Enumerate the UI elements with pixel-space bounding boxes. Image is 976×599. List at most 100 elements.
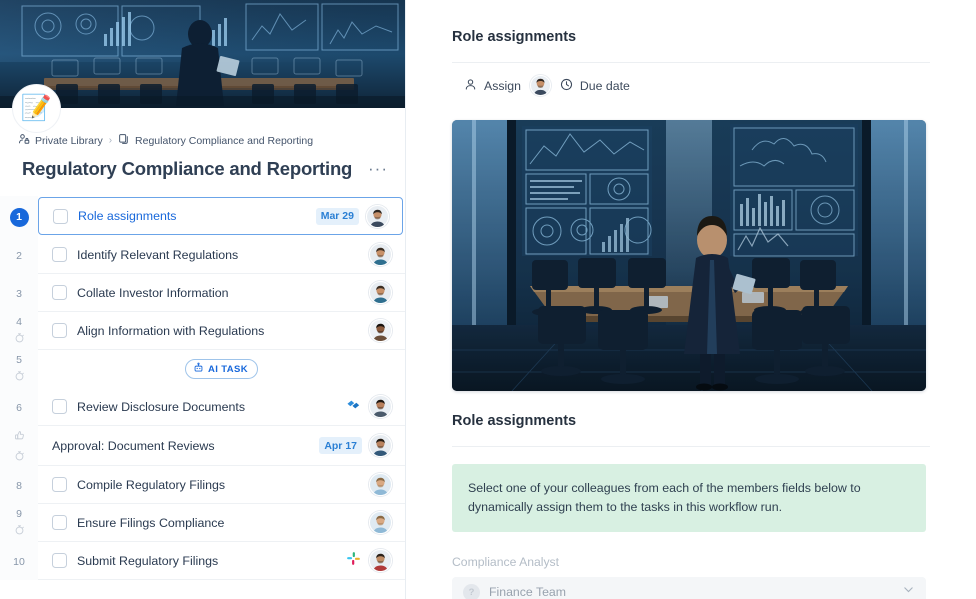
task-gutter: 8 (0, 466, 38, 504)
avatar-man-light (370, 512, 391, 533)
assign-button[interactable]: Assign (464, 78, 521, 94)
chevron-down-icon[interactable] (902, 583, 915, 599)
task-checkbox[interactable] (52, 399, 67, 414)
task-row-right (369, 319, 392, 342)
due-date-button[interactable]: Due date (560, 78, 630, 94)
task-assignee-avatar[interactable] (369, 434, 392, 457)
task-row[interactable]: 2 Identify Relevant Regulations (0, 236, 405, 274)
task-gutter: 2 (0, 236, 38, 274)
task-row[interactable]: 6 Review Disclosure Documents (0, 388, 405, 426)
task-checkbox[interactable] (53, 208, 68, 224)
task-assignee-avatar[interactable] (369, 281, 392, 304)
approval-thumbs-up-icon (14, 428, 25, 446)
task-step-badge: 1 (9, 207, 29, 227)
clock-icon (560, 78, 573, 94)
task-gutter: 10 (0, 542, 38, 580)
task-gutter: 9 (0, 504, 38, 542)
task-checkbox[interactable] (52, 553, 67, 568)
task-label: Ensure Filings Compliance (77, 515, 225, 530)
detail-panel-title: Role assignments (452, 29, 577, 45)
placeholder-avatar: ? (463, 583, 480, 599)
task-row[interactable]: 8 Compile Regulatory Filings (0, 466, 405, 504)
assignee-avatar[interactable] (529, 75, 551, 96)
detail-hero-image (452, 120, 926, 391)
task-row[interactable]: 9 Ensure Filings Compliance (0, 504, 405, 542)
avatar-man-red (370, 550, 391, 571)
workflow-left-panel: 📝 Private Library › Regulatory Complianc… (0, 0, 406, 599)
dropbox-app-icon[interactable] (345, 396, 362, 418)
task-row-right (369, 281, 392, 304)
task-row[interactable]: Approval: Document Reviews Apr 17 (0, 426, 405, 466)
avatar-man-dark-hair (530, 76, 550, 95)
task-number: 3 (16, 288, 22, 300)
task-due-chip[interactable]: Apr 17 (319, 437, 362, 454)
compliance-analyst-label: Compliance Analyst (452, 555, 560, 570)
task-checkbox[interactable] (52, 477, 67, 492)
duplicate-pages-icon (118, 133, 130, 148)
section-title: Role assignments (452, 413, 577, 429)
task-row-body[interactable]: Review Disclosure Documents (38, 388, 405, 426)
breadcrumb-current[interactable]: Regulatory Compliance and Reporting (118, 133, 313, 148)
page-title: Regulatory Compliance and Reporting (22, 158, 353, 179)
task-row-right: Apr 17 (319, 434, 392, 457)
more-options-button[interactable]: ··· (368, 160, 388, 177)
task-row-body[interactable]: Approval: Document Reviews Apr 17 (38, 426, 405, 466)
task-due-chip[interactable]: Mar 29 (315, 207, 359, 225)
compliance-analyst-value: Finance Team (489, 585, 567, 599)
task-row-body[interactable]: Compile Regulatory Filings (38, 466, 405, 504)
task-checkbox[interactable] (52, 247, 67, 262)
workflow-doc-icon[interactable]: 📝 (12, 84, 61, 133)
task-assignee-avatar[interactable] (366, 204, 389, 228)
task-checkbox[interactable] (52, 323, 67, 338)
task-row[interactable]: 3 Collate Investor Information (0, 274, 405, 312)
task-checkbox[interactable] (52, 285, 67, 300)
task-gutter (0, 426, 38, 466)
task-row-body[interactable]: Submit Regulatory Filings (38, 542, 405, 580)
task-label: Submit Regulatory Filings (77, 553, 219, 568)
task-gutter: 6 (0, 388, 38, 426)
task-row-right: Mar 29 (315, 204, 389, 228)
task-row-right (345, 395, 392, 418)
app-root: 📝 Private Library › Regulatory Complianc… (0, 0, 976, 599)
task-row-body[interactable]: Identify Relevant Regulations (38, 236, 405, 274)
detail-meta-row: Assign Due date (452, 63, 930, 96)
task-row-body[interactable]: Role assignments Mar 29 (38, 197, 403, 235)
ai-task-body: AI TASK (38, 350, 405, 388)
task-row-body[interactable]: Collate Investor Information (38, 274, 405, 312)
task-row[interactable]: 4 Align Information with Regulations (0, 312, 405, 350)
task-label: Approval: Document Reviews (52, 438, 215, 453)
task-label: Align Information with Regulations (77, 323, 265, 338)
ai-task-label: AI TASK (207, 363, 249, 375)
task-row-body[interactable]: Ensure Filings Compliance (38, 504, 405, 542)
breadcrumb-current-label: Regulatory Compliance and Reporting (135, 134, 314, 147)
task-row-body[interactable]: Align Information with Regulations (38, 312, 405, 350)
page-title-row: Regulatory Compliance and Reporting ··· (0, 148, 405, 180)
task-assignee-avatar[interactable] (369, 549, 392, 572)
task-assignee-avatar[interactable] (369, 243, 392, 266)
task-assignee-avatar[interactable] (369, 395, 392, 418)
avatar-man-dark-hair (367, 205, 388, 227)
task-assignee-avatar[interactable] (369, 473, 392, 496)
ai-task-badge[interactable]: AI TASK (184, 359, 259, 379)
avatar-man-light (370, 474, 391, 495)
task-row-right (345, 549, 392, 572)
slack-app-icon[interactable] (345, 550, 362, 572)
due-date-label: Due date (579, 78, 630, 93)
task-gutter: 4 (0, 312, 38, 350)
task-row[interactable]: 10 Submit Regulatory Filings (0, 542, 405, 580)
robot-icon (193, 362, 204, 376)
task-label: Identify Relevant Regulations (77, 247, 239, 262)
breadcrumb-private-library[interactable]: Private Library (18, 133, 103, 148)
task-assignee-avatar[interactable] (369, 511, 392, 534)
task-number: 4 (16, 316, 22, 328)
compliance-analyst-select[interactable]: ? Finance Team (452, 577, 926, 599)
timer-icon (14, 522, 25, 540)
task-checkbox[interactable] (52, 515, 67, 530)
instruction-note: Select one of your colleagues from each … (452, 464, 926, 533)
task-assignee-avatar[interactable] (369, 319, 392, 342)
hero-banner-image (0, 0, 405, 108)
task-row[interactable]: 1 Role assignments Mar 29 (0, 196, 405, 236)
task-number: 10 (13, 556, 25, 568)
private-person-lock-icon (18, 133, 30, 148)
avatar-man-beard-dark (370, 435, 391, 456)
